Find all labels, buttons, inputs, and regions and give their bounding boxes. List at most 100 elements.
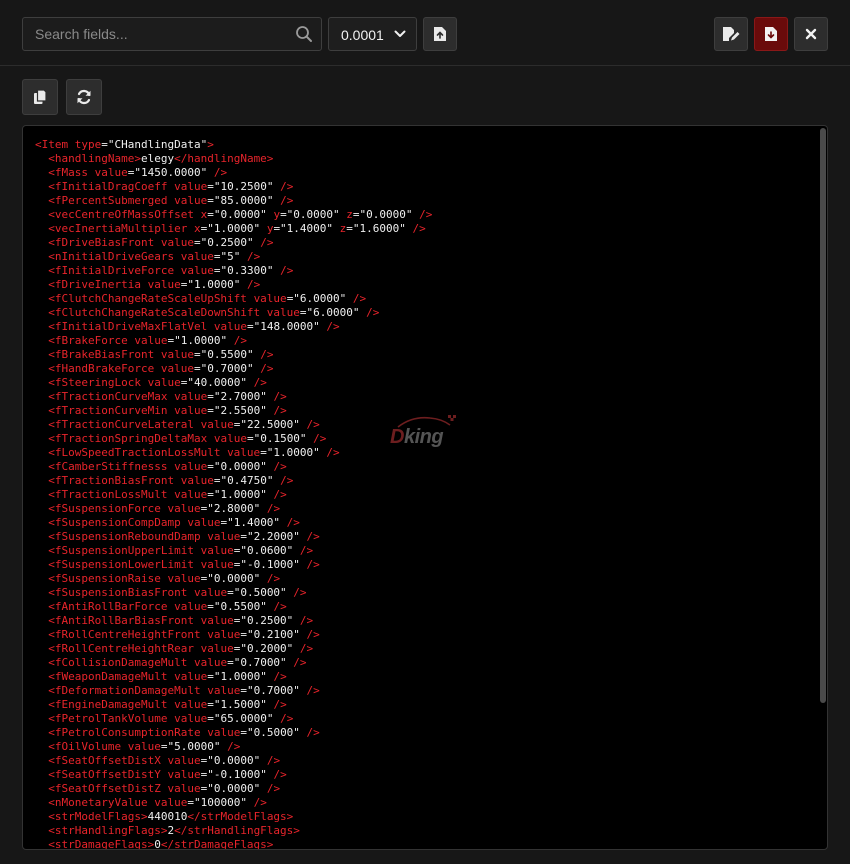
precision-select[interactable]: 0.0001 bbox=[328, 17, 417, 51]
xml-tag: /> bbox=[253, 348, 274, 361]
xml-code-editor[interactable]: <Item type="CHandlingData"> <handlingNam… bbox=[22, 125, 828, 850]
xml-attr-name: value bbox=[160, 348, 194, 361]
file-edit-icon bbox=[723, 27, 740, 41]
code-line: <fLowSpeedTractionLossMult value="1.0000… bbox=[35, 446, 340, 459]
xml-attr-value: ="0.5000" bbox=[240, 726, 300, 739]
code-line: <fTractionSpringDeltaMax value="0.1500" … bbox=[35, 432, 326, 445]
code-line: <vecInertiaMultiplier x="1.0000" y="1.40… bbox=[35, 222, 426, 235]
xml-tag: <fDriveInertia bbox=[48, 278, 141, 291]
xml-tag: <fInitialDriveMaxFlatVel bbox=[48, 320, 208, 333]
xml-attr-name: value bbox=[266, 306, 300, 319]
xml-attr-name: value bbox=[200, 558, 234, 571]
xml-tag: <strModelFlags> bbox=[48, 810, 148, 823]
xml-attr-name: value bbox=[147, 278, 181, 291]
code-line: <strDamageFlags>0</strDamageFlags> bbox=[35, 838, 273, 849]
search-icon[interactable] bbox=[295, 25, 313, 43]
close-button[interactable] bbox=[794, 17, 828, 51]
xml-attr-value: ="6.0000" bbox=[299, 306, 360, 319]
code-line: <fSuspensionCompDamp value="1.4000" /> bbox=[35, 516, 300, 529]
xml-tag: <fRollCentreHeightFront bbox=[48, 628, 201, 641]
code-line: <fRollCentreHeightFront value="0.2100" /… bbox=[35, 628, 320, 641]
xml-attr-value: ="0.2500" bbox=[233, 614, 294, 627]
code-line: <fTractionCurveLateral value="22.5000" /… bbox=[35, 418, 320, 431]
xml-attr-name: value bbox=[160, 362, 194, 375]
xml-tag: <fSuspensionForce bbox=[48, 502, 161, 515]
import-file-button[interactable] bbox=[423, 17, 457, 51]
xml-tag: <vecInertiaMultiplier bbox=[48, 222, 188, 235]
xml-attr-value: ="1.0000" bbox=[180, 278, 241, 291]
xml-attr-name: value bbox=[174, 670, 208, 683]
code-line: <nInitialDriveGears value="5" /> bbox=[35, 250, 260, 263]
xml-attr-name: value bbox=[180, 250, 214, 263]
code-line: <fClutchChangeRateScaleUpShift value="6.… bbox=[35, 292, 366, 305]
xml-tag: <fSuspensionLowerLimit bbox=[48, 558, 194, 571]
code-line: <fSuspensionRaise value="0.0000" /> bbox=[35, 572, 280, 585]
code-line: <fAntiRollBarForce value="0.5500" /> bbox=[35, 600, 286, 613]
xml-tag: /> bbox=[299, 726, 320, 739]
xml-tag: <fSuspensionBiasFront bbox=[48, 586, 188, 599]
xml-tag: <fOilVolume bbox=[48, 740, 122, 753]
xml-attr-value: ="0.7000" bbox=[240, 684, 300, 697]
search-input[interactable] bbox=[23, 18, 283, 50]
refresh-icon bbox=[77, 89, 91, 105]
xml-tag: /> bbox=[266, 404, 287, 417]
xml-attr-name: value bbox=[94, 166, 128, 179]
xml-tag: /> bbox=[412, 208, 433, 221]
xml-tag: /> bbox=[260, 572, 281, 585]
code-line: <fSuspensionBiasFront value="0.5000" /> bbox=[35, 586, 306, 599]
xml-attr-value: ="100000" bbox=[187, 796, 247, 809]
xml-tag: /> bbox=[319, 446, 340, 459]
code-line: <fTractionLossMult value="1.0000" /> bbox=[35, 488, 286, 501]
xml-attr-name: value bbox=[187, 516, 221, 529]
xml-attr-value: ="0.4750" bbox=[213, 474, 274, 487]
xml-attr-value: ="5" bbox=[213, 250, 241, 263]
xml-tag: <fDriveBiasFront bbox=[48, 236, 155, 249]
download-file-button[interactable] bbox=[754, 17, 788, 51]
xml-attr-value: ="0.2100" bbox=[240, 628, 300, 641]
xml-tag: /> bbox=[299, 418, 320, 431]
refresh-button[interactable] bbox=[66, 79, 102, 115]
edit-file-button[interactable] bbox=[714, 17, 748, 51]
xml-tag: /> bbox=[260, 754, 281, 767]
xml-attr-name: value bbox=[174, 194, 208, 207]
xml-tag: <vecCentreOfMassOffset bbox=[48, 208, 194, 221]
xml-tag: <nInitialDriveGears bbox=[48, 250, 175, 263]
code-line: <handlingName>elegy</handlingName> bbox=[35, 152, 273, 165]
xml-tag: /> bbox=[266, 768, 287, 781]
xml-attr-value: ="1.4000" bbox=[273, 222, 334, 235]
watermark-text: Dking bbox=[390, 426, 444, 448]
xml-attr-name: value bbox=[207, 530, 241, 543]
xml-text: 440010 bbox=[147, 810, 188, 823]
editor-scrollbar[interactable] bbox=[820, 128, 826, 703]
xml-attr-name: type bbox=[74, 138, 102, 151]
code-line: <fTractionBiasFront value="0.4750" /> bbox=[35, 474, 293, 487]
xml-tag: /> bbox=[299, 558, 320, 571]
xml-attr-name: value bbox=[154, 796, 188, 809]
code-line: <strHandlingFlags>2</strHandlingFlags> bbox=[35, 824, 300, 837]
xml-attr-value: ="1.0000" bbox=[207, 488, 267, 501]
xml-attr-value: ="2.8000" bbox=[200, 502, 261, 515]
code-line: <fCollisionDamageMult value="0.7000" /> bbox=[35, 656, 307, 669]
xml-tag: <fAntiRollBarBiasFront bbox=[48, 614, 194, 627]
code-line: <fHandBrakeForce value="0.7000" /> bbox=[35, 362, 273, 375]
xml-attr-name: value bbox=[174, 404, 208, 417]
xml-attr-name: value bbox=[160, 236, 194, 249]
xml-attr-value: ="1.0000" bbox=[207, 670, 267, 683]
xml-attr-value: ="1.5000" bbox=[207, 698, 267, 711]
xml-attr-name: value bbox=[167, 502, 201, 515]
code-line: <fRollCentreHeightRear value="0.2000" /> bbox=[35, 642, 313, 655]
copy-button[interactable] bbox=[22, 79, 58, 115]
xml-tag: </strHandlingFlags> bbox=[174, 824, 300, 837]
xml-tag: /> bbox=[286, 656, 307, 669]
xml-tag: <fTractionBiasFront bbox=[48, 474, 175, 487]
xml-attr-value: ="2.7000" bbox=[207, 390, 267, 403]
xml-attr-value: ="85.0000" bbox=[207, 194, 274, 207]
xml-attr-name: value bbox=[200, 418, 234, 431]
xml-attr-name: value bbox=[213, 320, 247, 333]
xml-tag: <fBrakeForce bbox=[48, 334, 128, 347]
xml-attr-value: ="0.5000" bbox=[227, 586, 287, 599]
xml-attr-value: ="40.0000" bbox=[180, 376, 247, 389]
xml-attr-value: ="0.3300" bbox=[213, 264, 274, 277]
xml-attr-value: ="CHandlingData" bbox=[101, 138, 208, 151]
xml-tag: /> bbox=[299, 628, 320, 641]
